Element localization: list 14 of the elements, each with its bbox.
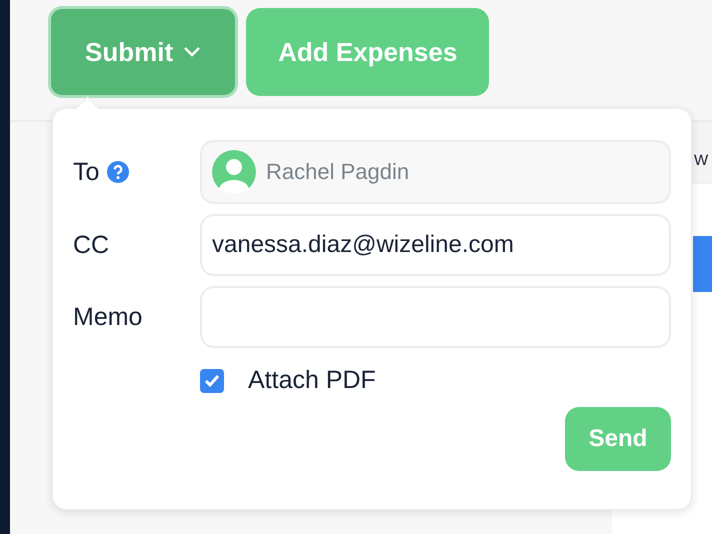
attach-pdf-checkbox[interactable] xyxy=(200,368,224,392)
cc-label: CC xyxy=(73,230,110,260)
avatar-icon xyxy=(212,150,256,194)
memo-label: Memo xyxy=(73,302,142,332)
send-button[interactable]: Send xyxy=(565,407,671,471)
attach-pdf-label: Attach PDF xyxy=(248,366,376,395)
to-label: To xyxy=(73,158,100,186)
panel-text: W xyxy=(694,152,708,169)
help-icon[interactable] xyxy=(107,161,130,183)
chevron-down-icon xyxy=(183,46,202,58)
cc-field[interactable]: vanessa.diaz@wizeline.com xyxy=(200,214,671,276)
toolbar-button[interactable]: Add Expenses xyxy=(246,8,490,96)
checkmark-icon xyxy=(204,374,220,388)
submit-dropdown-button[interactable]: Submit xyxy=(48,6,238,98)
